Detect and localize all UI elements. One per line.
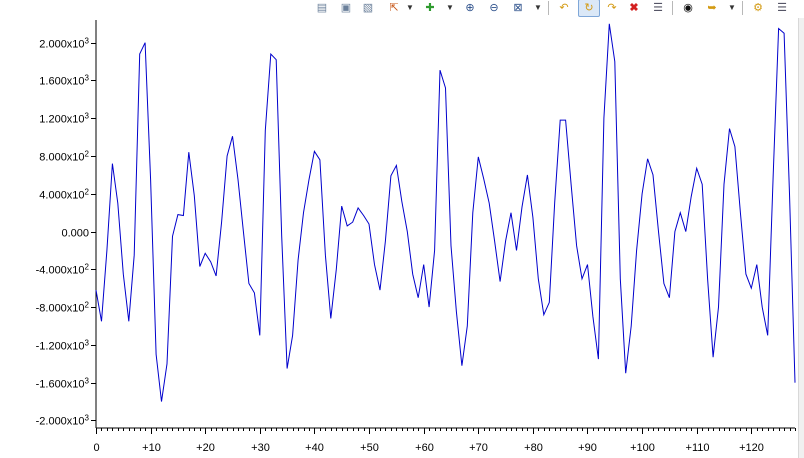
y-tick-label: -1.600x103	[36, 377, 90, 391]
x-tick-label: +10	[142, 442, 161, 454]
y-tick-label: 4.000x102	[39, 188, 89, 202]
series-line	[95, 23, 796, 402]
x-tick-label: +70	[469, 442, 488, 454]
x-tick-label: +30	[251, 442, 270, 454]
x-tick-label: 0	[93, 442, 99, 454]
y-tick-label: 8.000x102	[39, 150, 89, 164]
x-tick-label: +90	[578, 442, 597, 454]
x-tick-label: +80	[524, 442, 543, 454]
x-tick-label: +40	[305, 442, 324, 454]
y-tick-label: 1.600x103	[39, 74, 89, 88]
y-tick-label: -4.000x102	[36, 263, 90, 277]
y-tick-label: -1.200x103	[36, 339, 90, 353]
y-tick-label: -8.000x102	[36, 301, 90, 315]
x-tick-label: +100	[630, 442, 655, 454]
x-tick-label: +50	[360, 442, 379, 454]
line-chart: 2.000x103 1.600x103 1.200x103 8.000x102 4.00…	[36, 20, 796, 454]
y-tick-label: 1.200x103	[39, 112, 89, 126]
y-tick-label: 2.000x103	[39, 37, 89, 51]
x-tick-label: +60	[415, 442, 434, 454]
vertical-scrollbar[interactable]	[798, 18, 804, 458]
y-tick-label: 0.000	[61, 228, 89, 240]
x-tick-label: +20	[196, 442, 215, 454]
x-tick-label: +120	[739, 442, 764, 454]
x-tick-label: +110	[686, 442, 710, 454]
y-tick-label: -2.000x103	[36, 414, 90, 428]
